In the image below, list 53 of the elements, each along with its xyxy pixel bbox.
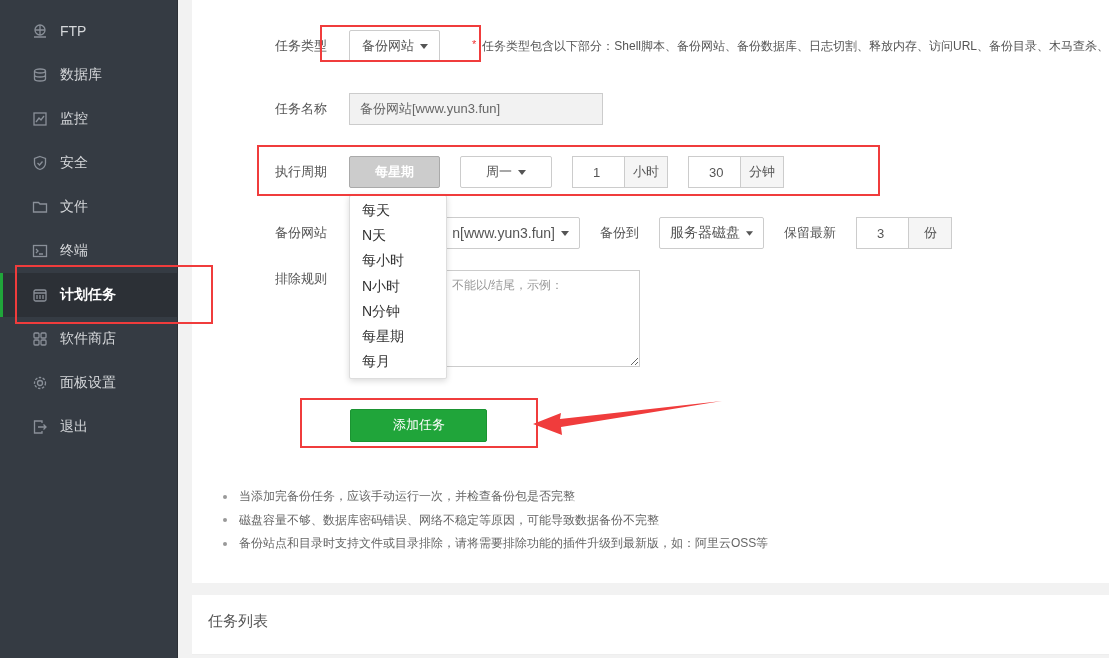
caret-icon (746, 230, 753, 236)
database-icon (32, 67, 48, 83)
note-text: 当添加完备份任务，应该手动运行一次，并检查备份包是否完整 (239, 488, 575, 506)
bullet-icon (223, 494, 227, 499)
bullet-icon (223, 541, 227, 546)
sidebar-item[interactable]: 数据库 (0, 53, 177, 97)
unit-addon: 分钟 (741, 156, 784, 188)
logout-icon (32, 419, 48, 435)
field-label: 备份网站 (275, 224, 328, 242)
menu-item[interactable]: N小时 (350, 273, 446, 300)
sidebar-item[interactable]: 计划任务 (0, 273, 177, 317)
menu-item[interactable]: N分钟 (350, 299, 446, 325)
settings-icon (32, 375, 48, 391)
globe-icon (32, 23, 48, 39)
task-type-hint: 任务类型包含以下部分：Shell脚本、备份网站、备份数据库、日志切割、释放内存、访问URL、备份目录、木马查杀、 (482, 37, 1109, 55)
minute-field[interactable]: 30 (688, 156, 741, 188)
sidebar-item[interactable]: FTP (0, 9, 177, 53)
menu-item[interactable]: 每星期 (350, 324, 446, 350)
required-mark: * (472, 38, 477, 50)
unit-addon: 份 (909, 217, 952, 249)
field-label: 备份到 (600, 224, 639, 242)
caret-icon (419, 43, 428, 49)
monitor-icon (32, 111, 48, 127)
unit-addon: 小时 (625, 156, 668, 188)
task-type-select[interactable]: 备份网站 (349, 30, 440, 62)
sidebar-item[interactable]: 文件 (0, 185, 177, 229)
hour-field[interactable]: 1 (572, 156, 625, 188)
caret-icon (561, 230, 569, 236)
shield-icon (32, 155, 48, 171)
sidebar-item[interactable]: 面板设置 (0, 361, 177, 405)
note-text: 备份站点和目录时支持文件或目录排除，请将需要排除功能的插件升级到最新版，如：阿里云OSS等 (239, 535, 769, 553)
sidebar-item[interactable]: 软件商店 (0, 317, 177, 361)
field-label: 排除规则 (275, 270, 328, 288)
sidebar-item[interactable]: 终端 (0, 229, 177, 273)
terminal-icon (32, 243, 48, 259)
panel-title: 任务列表 (208, 612, 268, 629)
note-text: 磁盘容量不够、数据库密码错误、网络不稳定等原因，可能导致数据备份不完整 (239, 511, 659, 529)
field-label: 保留最新 (784, 224, 836, 242)
folder-icon (32, 199, 48, 215)
task-name-field[interactable]: 备份网站[www.yun3.fun] (349, 93, 603, 125)
backup-target-select[interactable]: 服务器磁盘 (659, 217, 764, 249)
caret-icon (518, 169, 526, 175)
bullet-icon (223, 518, 227, 523)
sidebar-item[interactable]: 退出 (0, 405, 177, 449)
field-label: 任务名称 (275, 100, 328, 118)
calendar-icon (32, 287, 48, 303)
weekday-select[interactable]: 周一 (460, 156, 552, 188)
menu-item[interactable]: N天 (350, 223, 446, 249)
sidebar-item[interactable]: 监控 (0, 97, 177, 141)
field-label: 执行周期 (275, 163, 328, 181)
grid-icon (32, 331, 48, 347)
keep-count-field[interactable]: 3 (856, 217, 909, 249)
sidebar-item[interactable]: 安全 (0, 141, 177, 185)
